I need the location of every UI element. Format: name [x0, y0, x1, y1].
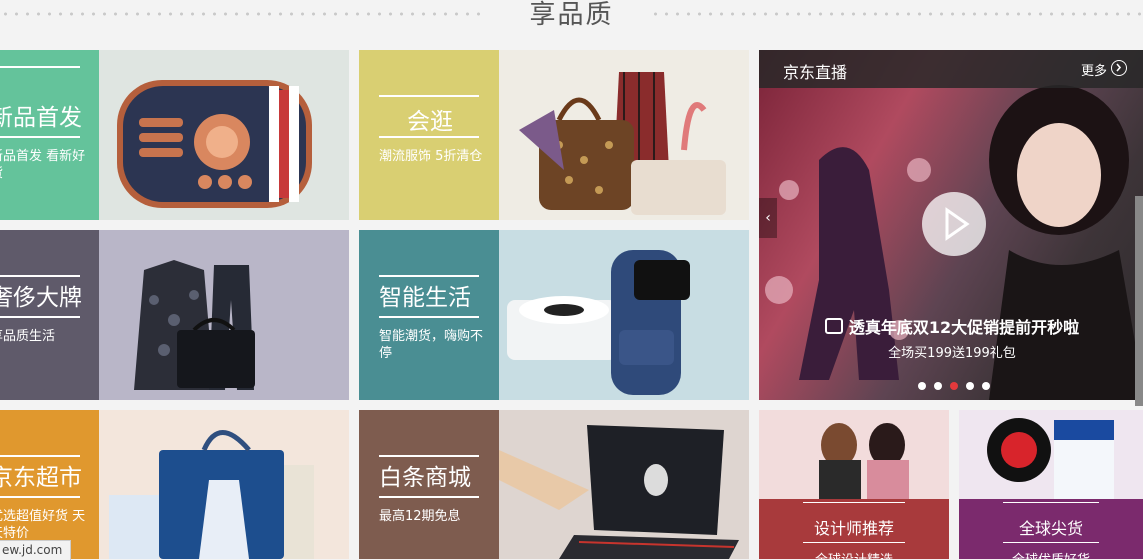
tile-supermarket[interactable]: 京东超市 优选超值好货 天天特价 — [0, 410, 349, 559]
global-label: 全球尖货 — [1018, 519, 1083, 538]
carousel-dots — [918, 375, 998, 390]
gadget-product-image — [499, 230, 749, 400]
global-label-bar: 全球尖货 全球优质好货 — [959, 499, 1143, 559]
carousel-dot[interactable] — [918, 382, 926, 390]
live-subtitle: 全场买199送199礼包 — [888, 346, 1016, 361]
play-icon — [945, 207, 970, 241]
tile-title: 京东超市 — [0, 465, 82, 491]
tile-new-arrivals[interactable]: 新品首发 新品首发 看新好货 — [0, 50, 349, 220]
laptop-product-image — [499, 410, 749, 559]
divider-dots-right — [650, 12, 1143, 16]
carousel-dot[interactable] — [982, 382, 990, 390]
tile-designer[interactable]: 设计师推荐 全球设计精选 — [759, 410, 949, 559]
tile-smart-side: 智能生活 智能潮货，嗨购不停 — [359, 230, 499, 400]
carousel-dot[interactable] — [950, 382, 958, 390]
tile-stroll[interactable]: 会逛 潮流服饰 5折清仓 — [359, 50, 749, 220]
designer-sub: 全球设计精选 — [759, 549, 949, 559]
tile-market-side: 京东超市 优选超值好货 天天特价 — [0, 410, 99, 559]
tile-desc: 潮流服饰 5折清仓 — [379, 149, 483, 164]
tile-luxury-side: 奢侈大牌 享品质生活 — [0, 230, 99, 400]
tile-luxury[interactable]: 奢侈大牌 享品质生活 — [0, 230, 349, 400]
tile-desc: 新品首发 看新好货 — [0, 149, 86, 181]
play-button[interactable] — [922, 192, 986, 256]
tile-desc: 享品质生活 — [0, 329, 56, 344]
tile-smart-life[interactable]: 智能生活 智能潮货，嗨购不停 — [359, 230, 749, 400]
tile-baitiao-side: 白条商城 最高12期免息 — [359, 410, 499, 559]
side-scroll-tabs[interactable] — [1135, 196, 1143, 406]
live-stream-panel[interactable]: 京东直播 更多 ‹ 透真年底双12大促销提前开秒啦 全场买199送199礼包 — [759, 50, 1143, 400]
fashion-product-image — [99, 230, 349, 400]
live-header-bar: 京东直播 更多 — [759, 50, 1143, 88]
designer-label-bar: 设计师推荐 全球设计精选 — [759, 499, 949, 559]
carousel-prev-button[interactable]: ‹ — [759, 198, 777, 238]
designer-label: 设计师推荐 — [813, 519, 894, 538]
radio-product-image — [99, 50, 349, 220]
carousel-dot[interactable] — [966, 382, 974, 390]
tile-global[interactable]: 全球尖货 全球优质好货 — [959, 410, 1143, 559]
more-link[interactable]: 更多 — [1081, 60, 1107, 79]
tile-baitiao[interactable]: 白条商城 最高12期免息 — [359, 410, 749, 559]
chevron-right-icon[interactable] — [1111, 60, 1127, 76]
carousel-dot[interactable] — [934, 382, 942, 390]
live-caption-text: 透真年底双12大促销提前开秒啦 — [848, 318, 1080, 337]
tile-desc: 智能潮货，嗨购不停 — [379, 329, 484, 361]
milk-product-image — [99, 410, 349, 559]
tile-title: 奢侈大牌 — [0, 285, 82, 311]
bags-product-image — [499, 50, 749, 220]
tile-stroll-side: 会逛 潮流服饰 5折清仓 — [359, 50, 499, 220]
status-url: ew.jd.com — [0, 540, 72, 560]
tile-title: 白条商城 — [379, 465, 471, 491]
tile-title: 智能生活 — [379, 285, 471, 311]
live-caption[interactable]: 透真年底双12大促销提前开秒啦 — [759, 314, 1143, 338]
tile-title: 会逛 — [407, 109, 453, 135]
video-icon — [824, 318, 843, 334]
tile-desc: 最高12期免息 — [379, 509, 461, 524]
tile-new-side: 新品首发 新品首发 看新好货 — [0, 50, 99, 220]
tile-desc: 优选超值好货 天天特价 — [0, 509, 86, 541]
live-title: 京东直播 — [783, 63, 848, 82]
tile-title: 新品首发 — [0, 105, 82, 131]
global-sub: 全球优质好货 — [959, 549, 1143, 559]
section-header: 享品质 — [0, 0, 1143, 40]
